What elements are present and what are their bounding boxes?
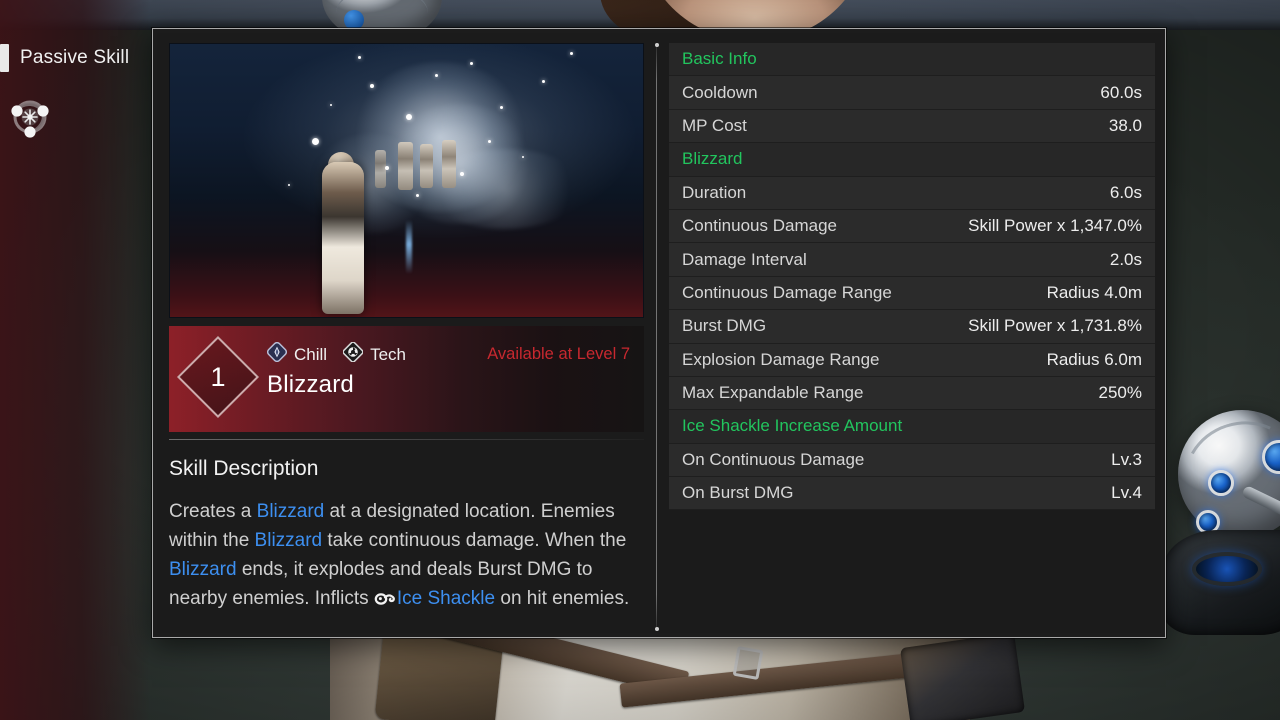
stat-row: Explosion Damage Range Radius 6.0m: [669, 343, 1155, 377]
stat-value: 6.0s: [1109, 182, 1142, 202]
stat-label: Blizzard: [682, 149, 743, 169]
character-sidearm: [899, 632, 1026, 720]
blizzard-skill-preview-video[interactable]: [169, 43, 644, 318]
description-keyword: Ice Shackle: [396, 587, 496, 609]
stat-label: Duration: [682, 182, 747, 202]
stat-value: 2.0s: [1109, 249, 1142, 269]
stat-value: Skill Power x 1,347.0%: [968, 216, 1142, 236]
stat-row: Duration 6.0s: [669, 176, 1155, 210]
belt-buckle: [732, 645, 764, 681]
column-divider: [654, 43, 659, 631]
skill-description-block: Skill Description Creates a Blizzard at …: [169, 457, 649, 617]
stat-label: Explosion Damage Range: [682, 349, 880, 369]
stat-section-header: Basic Info: [669, 43, 1155, 77]
skill-name: Blizzard: [267, 371, 354, 398]
sidebar-item-passive-skill[interactable]: Passive Skill: [0, 44, 129, 72]
sidebar-item-label: Passive Skill: [20, 47, 130, 68]
stat-label: Burst DMG: [682, 316, 767, 336]
stat-value: 250%: [1098, 383, 1142, 403]
skill-availability: Available at Level 7: [487, 345, 630, 363]
ice-shackle-icon: [374, 588, 396, 617]
stat-label: Max Expandable Range: [682, 383, 864, 403]
sidebar-active-marker: [0, 44, 9, 72]
skill-detail-panel: 1 Chill Tech Blizzard Available at Level…: [152, 28, 1166, 638]
stat-label: On Continuous Damage: [682, 449, 865, 469]
skill-tag-list: Chill Tech: [266, 341, 406, 367]
drone-eye-2: [1208, 470, 1234, 496]
stat-row: Damage Interval 2.0s: [669, 243, 1155, 277]
stat-row: On Burst DMG Lv.4: [669, 477, 1155, 511]
preview-light-beam: [406, 220, 412, 274]
sidebar: Passive Skill: [0, 0, 150, 720]
description-keyword: Blizzard: [254, 529, 323, 551]
skill-tag-tech[interactable]: Tech: [342, 341, 406, 367]
skill-detail-panel-inner: 1 Chill Tech Blizzard Available at Level…: [157, 33, 1161, 633]
description-keyword: Blizzard: [169, 558, 237, 580]
skill-tag-tech-label: Tech: [370, 344, 406, 364]
stat-value: Radius 4.0m: [1046, 282, 1142, 302]
stat-value: Radius 6.0m: [1046, 349, 1142, 369]
stat-label: Basic Info: [682, 49, 757, 69]
description-keyword: Blizzard: [256, 501, 325, 522]
stat-section-header: Ice Shackle Increase Amount: [669, 410, 1155, 444]
drone-eye-dot: [344, 10, 364, 30]
skill-left-column: 1 Chill Tech Blizzard Available at Level…: [157, 33, 644, 633]
skill-tag-chill-label: Chill: [294, 344, 328, 364]
chill-element-icon: [266, 341, 288, 367]
skill-header-divider: [169, 439, 644, 440]
skill-tag-chill[interactable]: Chill: [266, 341, 328, 367]
stat-row: Cooldown 60.0s: [669, 76, 1155, 110]
drone-thruster-ring: [1192, 552, 1262, 586]
stat-label: Continuous Damage: [682, 216, 837, 236]
stat-value: 60.0s: [1100, 82, 1142, 102]
skill-description-text: Creates a Blizzard at a designated locat…: [169, 498, 649, 617]
preview-character: [322, 162, 364, 314]
stat-row: Continuous Damage Range Radius 4.0m: [669, 276, 1155, 311]
stat-section-header: Blizzard: [669, 143, 1155, 177]
stat-row: MP Cost 38.0: [669, 109, 1155, 144]
skill-level-number: 1: [210, 361, 226, 392]
stat-label: Continuous Damage Range: [682, 282, 892, 302]
stat-label: On Burst DMG: [682, 483, 794, 503]
stat-value: 38.0: [1108, 115, 1142, 135]
skill-description-title: Skill Description: [169, 457, 319, 480]
stat-value: Lv.3: [1111, 449, 1142, 469]
stat-label: Damage Interval: [682, 249, 807, 269]
stat-row: Max Expandable Range 250%: [669, 376, 1155, 411]
stat-row: Continuous Damage Skill Power x 1,347.0%: [669, 209, 1155, 244]
stat-row: Burst DMG Skill Power x 1,731.8%: [669, 310, 1155, 344]
stat-label: MP Cost: [682, 115, 747, 135]
stat-label: Cooldown: [682, 82, 758, 102]
stat-row: On Continuous Damage Lv.3: [669, 443, 1155, 478]
stat-value: Lv.4: [1111, 483, 1142, 503]
skill-stats-table: Basic Info Cooldown 60.0s MP Cost 38.0 Blizza…: [669, 43, 1155, 511]
stat-value: Skill Power x 1,731.8%: [968, 316, 1142, 336]
stat-label: Ice Shackle Increase Amount: [682, 416, 903, 436]
skill-header-band: 1 Chill Tech Blizzard Available at Level…: [169, 326, 644, 432]
passive-skill-atom-icon[interactable]: [8, 95, 52, 139]
tech-type-icon: [342, 341, 364, 367]
